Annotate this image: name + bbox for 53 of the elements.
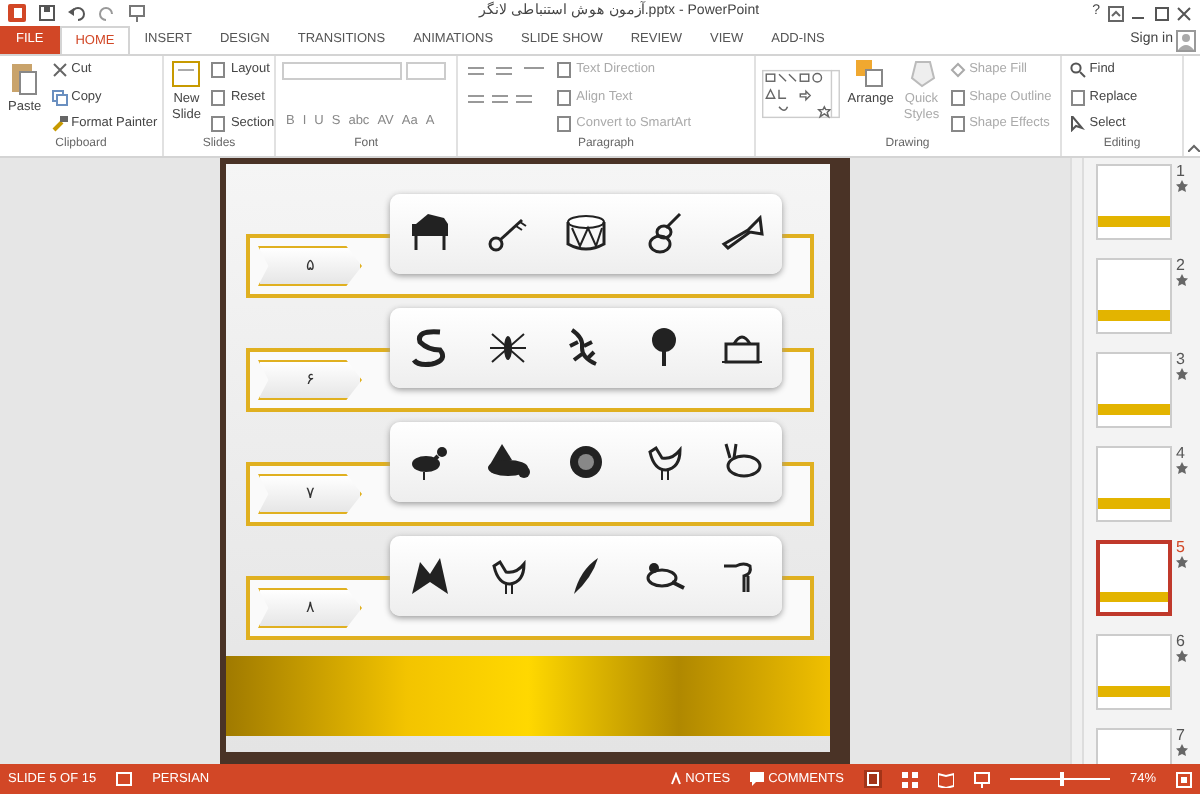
star-icon [1176,368,1188,380]
paint-bucket-icon [949,62,966,78]
star-icon [1176,650,1188,662]
slide-number: 6 [1176,634,1187,650]
star-icon [1176,556,1188,568]
piano-icon [407,212,452,256]
cursor-icon [1069,116,1086,132]
trumpet-icon [720,212,765,256]
powerpoint-icon[interactable] [8,4,26,22]
maximize-icon[interactable] [1153,5,1169,21]
star-icon [1176,180,1188,192]
scissors-icon [51,62,68,78]
star-icon [1176,274,1188,286]
number-tag: ۶ [258,360,362,400]
slide-icon [172,60,201,88]
slide-sorter-icon[interactable] [901,771,918,787]
drum-icon [563,212,608,256]
redo-icon[interactable] [98,4,116,22]
slide-number: 3 [1176,352,1187,368]
collapse-ribbon-icon[interactable] [1188,144,1200,153]
ribbon-display-icon[interactable] [1107,5,1123,21]
slide-number: 7 [1176,728,1187,744]
fit-slide-icon[interactable] [1176,771,1192,787]
arrange-icon [856,60,885,88]
save-icon[interactable] [38,4,56,22]
number-tag: ۸ [258,588,362,628]
star-icon [1176,462,1188,474]
font-name-field[interactable] [282,62,402,80]
normal-view-icon[interactable] [863,770,882,788]
binoculars-icon [1069,62,1086,78]
slide-number: 4 [1176,446,1187,462]
slide-thumbnail[interactable] [1096,540,1172,616]
slide-number: 2 [1176,258,1187,274]
number-tag: ۷ [258,474,362,514]
quick-styles-icon [907,60,936,88]
close-icon[interactable] [1176,5,1192,21]
brush-icon [51,116,68,132]
hen-icon [642,440,687,484]
clipboard-icon [10,60,39,96]
slide-number: 5 [1176,540,1187,556]
scroll-bar[interactable] [1070,158,1084,764]
zoom-slider-thumb[interactable] [1059,772,1064,786]
number-tag: ۵ [258,246,362,286]
reading-view-icon[interactable] [937,771,954,787]
slideshow-icon[interactable] [973,771,990,787]
slideshow-icon[interactable] [128,4,146,22]
comment-icon [750,772,765,786]
undo-icon[interactable] [68,4,86,22]
slide-number: 1 [1176,164,1187,180]
user-silhouette-icon[interactable] [1176,29,1197,51]
star-icon [1176,744,1188,756]
copy-icon [51,89,68,105]
font-size-field[interactable] [405,62,446,80]
